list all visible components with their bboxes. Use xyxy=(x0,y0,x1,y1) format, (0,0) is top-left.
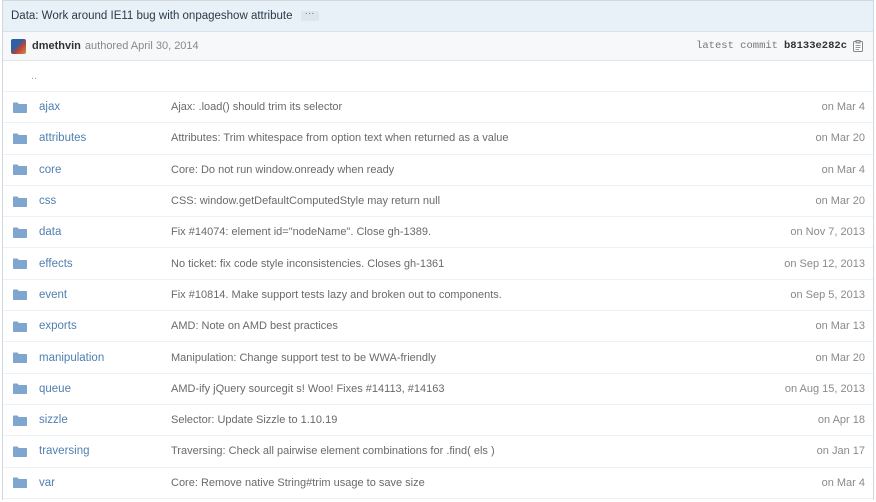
folder-icon xyxy=(3,321,39,332)
folder-icon xyxy=(3,415,39,426)
folder-icon xyxy=(3,446,39,457)
commit-age: on Mar 4 xyxy=(821,101,865,114)
commit-message-link[interactable]: Core: Remove native String#trim usage to… xyxy=(171,477,725,489)
latest-commit: latest commit b8133e282c xyxy=(696,40,863,52)
file-row[interactable]: queue AMD-ify jQuery sourcegit s! Woo! Fi… xyxy=(3,374,873,405)
author-link[interactable]: dmethvin xyxy=(32,40,81,52)
commit-age: on Mar 20 xyxy=(815,132,865,145)
folder-icon xyxy=(3,133,39,144)
file-row[interactable]: var Core: Remove native String#trim usage… xyxy=(3,468,873,499)
commit-message-link[interactable]: No ticket: fix code style inconsistencie… xyxy=(171,258,725,270)
folder-icon xyxy=(3,289,39,301)
file-row[interactable]: core Core: Do not run window.onready when… xyxy=(3,155,873,186)
file-row[interactable]: exports AMD: Note on AMD best practices on… xyxy=(3,311,873,343)
commit-message-link[interactable]: Attributes: Trim whitespace from option … xyxy=(171,132,725,144)
clipboard-icon[interactable] xyxy=(853,40,863,52)
file-row[interactable]: attributes Attributes: Trim whitespace fr… xyxy=(3,123,873,155)
folder-name-link[interactable]: traversing xyxy=(39,445,171,457)
folder-icon xyxy=(3,227,39,238)
folder-name-link[interactable]: sizzle xyxy=(39,414,171,426)
folder-icon xyxy=(3,164,39,176)
file-row[interactable]: sizzle Selector: Update Sizzle to 1.10.19… xyxy=(3,405,873,437)
parent-directory-link[interactable]: .. xyxy=(3,70,37,82)
folder-icon xyxy=(3,383,39,395)
commit-sha-link[interactable]: b8133e282c xyxy=(784,40,847,52)
folder-icon xyxy=(3,196,39,207)
file-list: .. ajax Ajax: .load() should trim its sel… xyxy=(3,61,873,499)
file-row[interactable]: event Fix #10814. Make support tests lazy… xyxy=(3,280,873,312)
file-row[interactable]: css CSS: window.getDefaultComputedStyle m… xyxy=(3,186,873,218)
commit-message-link[interactable]: CSS: window.getDefaultComputedStyle may … xyxy=(171,195,725,207)
commit-age: on Sep 5, 2013 xyxy=(790,288,865,301)
file-row[interactable]: manipulation Manipulation: Change support… xyxy=(3,342,873,374)
commit-age: on Apr 18 xyxy=(817,414,865,427)
expand-message-button[interactable]: ··· xyxy=(300,9,319,21)
file-row[interactable]: ajax Ajax: .load() should trim its select… xyxy=(3,92,873,124)
file-row[interactable]: traversing Traversing: Check all pairwise… xyxy=(3,436,873,468)
commit-message-link[interactable]: Core: Do not run window.onready when rea… xyxy=(171,164,725,176)
commit-age: on Mar 20 xyxy=(815,351,865,364)
commit-age: on Mar 20 xyxy=(815,195,865,208)
commit-message-link[interactable]: Fix #14074: element id="nodeName". Close… xyxy=(171,226,725,238)
commit-message-link[interactable]: AMD: Note on AMD best practices xyxy=(171,320,725,332)
folder-name-link[interactable]: data xyxy=(39,226,171,238)
parent-directory-row[interactable]: .. xyxy=(3,61,873,92)
commit-age: on Mar 4 xyxy=(821,163,865,176)
folder-name-link[interactable]: attributes xyxy=(39,132,171,144)
file-browser: Data: Work around IE11 bug with onpagesh… xyxy=(2,0,874,500)
folder-name-link[interactable]: effects xyxy=(39,258,171,270)
authored-date: authored April 30, 2014 xyxy=(84,40,199,52)
folder-icon xyxy=(3,477,39,489)
file-row[interactable]: data Fix #14074: element id="nodeName". C… xyxy=(3,217,873,249)
latest-commit-label: latest commit xyxy=(696,40,778,52)
commit-message-link[interactable]: Traversing: Check all pairwise element c… xyxy=(171,445,725,457)
avatar[interactable] xyxy=(11,38,26,54)
folder-name-link[interactable]: manipulation xyxy=(39,352,171,364)
folder-name-link[interactable]: queue xyxy=(39,383,171,395)
commit-title-bar: Data: Work around IE11 bug with onpagesh… xyxy=(3,1,873,32)
commit-message-link[interactable]: Ajax: .load() should trim its selector xyxy=(171,101,725,113)
commit-message-link[interactable]: Fix #10814. Make support tests lazy and … xyxy=(171,289,725,301)
folder-icon xyxy=(3,352,39,364)
commit-age: on Mar 4 xyxy=(821,476,865,489)
commit-message[interactable]: Data: Work around IE11 bug with onpagesh… xyxy=(11,10,293,22)
folder-icon xyxy=(3,258,39,270)
folder-icon xyxy=(3,102,39,113)
commit-age: on Mar 13 xyxy=(815,320,865,333)
commit-message-link[interactable]: Selector: Update Sizzle to 1.10.19 xyxy=(171,414,725,426)
folder-name-link[interactable]: ajax xyxy=(39,101,171,113)
folder-name-link[interactable]: css xyxy=(39,195,171,207)
commit-meta-bar: dmethvin authored April 30, 2014 latest … xyxy=(3,32,873,61)
folder-name-link[interactable]: exports xyxy=(39,320,171,332)
folder-name-link[interactable]: core xyxy=(39,164,171,176)
commit-age: on Sep 12, 2013 xyxy=(784,257,865,270)
folder-name-link[interactable]: var xyxy=(39,477,171,489)
commit-age: on Jan 17 xyxy=(816,445,865,458)
file-row[interactable]: effects No ticket: fix code style inconsi… xyxy=(3,248,873,280)
commit-age: on Aug 15, 2013 xyxy=(784,382,865,395)
folder-name-link[interactable]: event xyxy=(39,289,171,301)
commit-message-link[interactable]: AMD-ify jQuery sourcegit s! Woo! Fixes #… xyxy=(171,383,725,395)
commit-message-link[interactable]: Manipulation: Change support test to be … xyxy=(171,352,725,364)
commit-age: on Nov 7, 2013 xyxy=(790,226,865,239)
